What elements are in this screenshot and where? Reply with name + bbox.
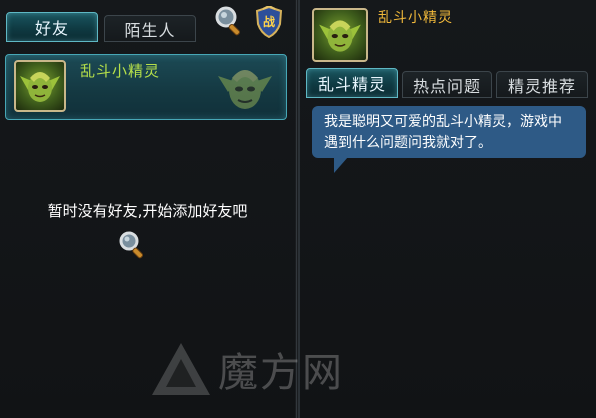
friend-avatar <box>14 60 66 112</box>
chat-bubble-tail <box>334 157 348 173</box>
magnifier-icon[interactable] <box>116 228 148 262</box>
friend-name: 乱斗小精灵 <box>80 62 161 80</box>
green-elf-avatar-icon <box>20 72 60 102</box>
magnifier-icon[interactable] <box>212 4 246 38</box>
tab-sprite[interactable]: 乱斗精灵 <box>306 68 398 98</box>
green-elf-avatar-icon <box>319 20 361 52</box>
tab-friends[interactable]: 好友 <box>6 12 98 42</box>
watermark-logo-icon <box>152 343 210 395</box>
watermark-text: 魔方网 <box>218 350 344 396</box>
chat-bubble: 我是聪明又可爱的乱斗小精灵，游戏中遇到什么问题问我就对了。 <box>312 106 586 158</box>
detail-avatar <box>312 8 368 62</box>
tab-hot-questions[interactable]: 热点问题 <box>402 71 492 98</box>
watermark: 魔方网 <box>150 340 344 398</box>
empty-friends-message: 暂时没有好友,开始添加好友吧 <box>47 202 248 220</box>
tab-strangers[interactable]: 陌生人 <box>104 15 196 42</box>
friend-portrait-faded <box>216 58 274 116</box>
shield-badge-icon[interactable]: 战 <box>255 4 283 39</box>
detail-name: 乱斗小精灵 <box>378 10 453 26</box>
battle-badge-label: 战 <box>262 15 275 29</box>
tab-sprite-recommend[interactable]: 精灵推荐 <box>496 71 588 98</box>
